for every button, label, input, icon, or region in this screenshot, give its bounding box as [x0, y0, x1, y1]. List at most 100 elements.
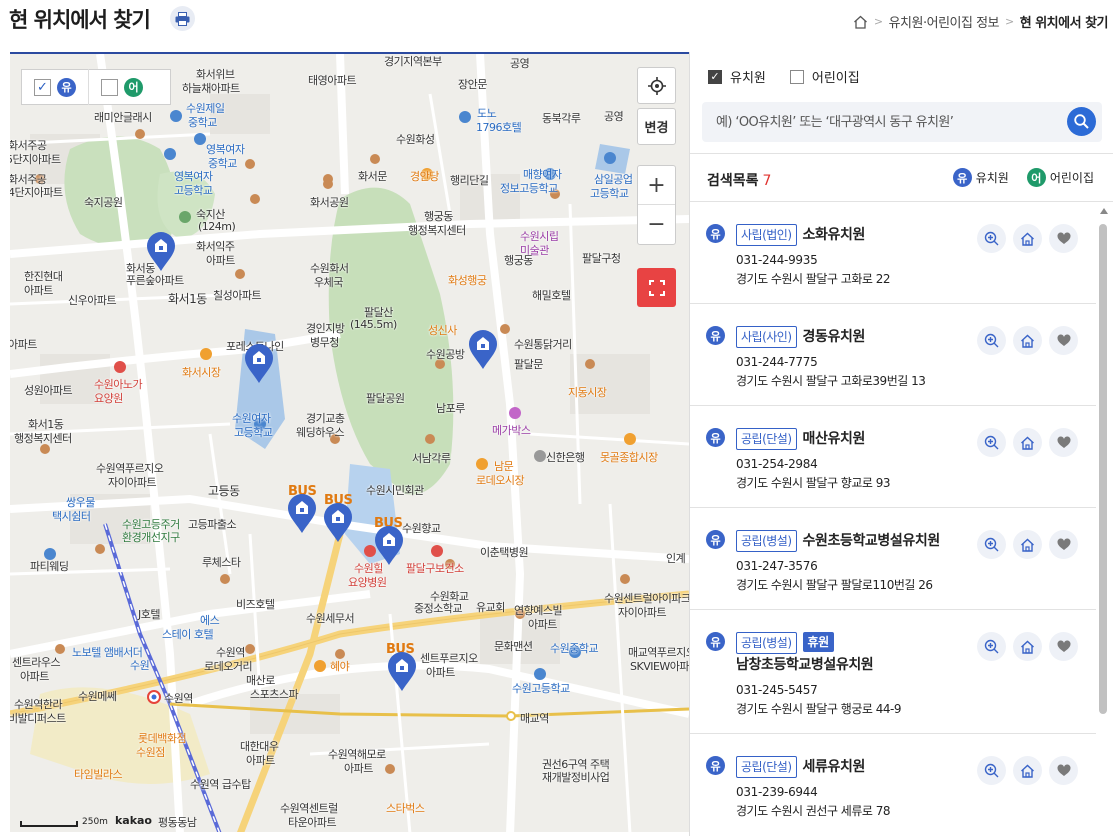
item-name[interactable]: 경동유치원 — [803, 326, 866, 348]
map-label: 문화맨션 — [494, 640, 533, 653]
zoom-to-button[interactable] — [977, 428, 1006, 457]
search-button[interactable] — [1067, 107, 1096, 136]
map-label: 5단지아파트 — [10, 153, 61, 166]
zoom-out-button[interactable]: − — [638, 205, 675, 244]
list-item[interactable]: 유 공립(단설) 세류유치원 031-239-6944 경기도 수원시 권선구 … — [690, 734, 1096, 832]
homepage-button[interactable] — [1013, 224, 1042, 253]
list-item[interactable]: 유 사립(사인) 경동유치원 031-244-7775 경기도 수원시 팔달구 … — [690, 304, 1096, 406]
map-view[interactable]: 경기지역본부 공영 화서위브 하늘채아파트 태영아파트 장안문 수원제일 중학교… — [10, 52, 689, 832]
map-label: 남포루 — [436, 402, 465, 415]
map-label: 수원세무서 — [306, 612, 355, 625]
print-button[interactable] — [170, 6, 195, 31]
search-panel: ✓ 유치원 어린이집 검색목록7 유 유치원 어 어린이집 유 사립(법인) 소… — [689, 52, 1113, 836]
map-label: 공영 — [510, 57, 530, 70]
map-label: 공영 — [604, 110, 624, 123]
home-icon — [1021, 538, 1034, 552]
map-label: 행정복지센터 — [408, 224, 466, 237]
scroll-up-arrow[interactable] — [1100, 208, 1108, 214]
map-label: 스타벅스 — [386, 802, 425, 815]
zoom-plus-icon — [984, 537, 999, 552]
search-bar — [702, 102, 1102, 142]
fullscreen-button[interactable] — [637, 268, 676, 307]
map-label: 서남각루 — [412, 452, 451, 465]
list-item[interactable]: 유 사립(법인) 소화유치원 031-244-9935 경기도 수원시 팔달구 … — [690, 202, 1096, 304]
item-title: 공립(단설) 세류유치원 — [736, 756, 964, 778]
zoom-to-button[interactable] — [977, 326, 1006, 355]
homepage-button[interactable] — [1013, 326, 1042, 355]
list-item[interactable]: 유 공립(병설) 수원초등학교병설유치원 031-247-3576 경기도 수원… — [690, 508, 1096, 610]
kindergarten-marker[interactable] — [374, 526, 404, 566]
map-label: 로데오시장 — [476, 474, 525, 487]
favorite-button[interactable] — [1049, 756, 1078, 785]
zoom-to-button[interactable] — [977, 224, 1006, 253]
zoom-to-button[interactable] — [977, 632, 1006, 661]
favorite-button[interactable] — [1049, 632, 1078, 661]
scroll-thumb[interactable] — [1099, 224, 1107, 714]
type-badge: 사립(법인) — [736, 224, 797, 246]
item-name[interactable]: 매산유치원 — [803, 428, 866, 450]
kindergarten-marker[interactable] — [323, 503, 353, 543]
item-name[interactable]: 수원초등학교병설유치원 — [803, 530, 941, 552]
map-label: 래미안글래시 — [94, 111, 152, 124]
favorite-button[interactable] — [1049, 224, 1078, 253]
favorite-button[interactable] — [1049, 326, 1078, 355]
item-title: 사립(사인) 경동유치원 — [736, 326, 964, 348]
map-label: 스테이 호텔 — [162, 628, 214, 641]
type-badge: 공립(단설) — [736, 756, 797, 778]
homepage-button[interactable] — [1013, 632, 1042, 661]
zoom-plus-icon — [984, 435, 999, 450]
map-type-change-button[interactable]: 변경 — [637, 108, 676, 145]
map-label: J호텔 — [138, 608, 160, 621]
map-daycare-checkbox[interactable] — [101, 78, 118, 96]
page-header: 현 위치에서 찾기 > 유치원·어린이집 정보 > 현 위치에서 찾기 — [0, 0, 1113, 52]
map-label: 고등학교 — [590, 187, 629, 200]
map-label: 병무청 — [310, 336, 339, 349]
item-phone: 031-239-6944 — [736, 785, 818, 799]
map-label: 수원고등학교 — [512, 682, 570, 695]
kindergarten-marker[interactable] — [287, 494, 317, 534]
map-label: 우체국 — [314, 276, 343, 289]
breadcrumb-item-info[interactable]: 유치원·어린이집 정보 — [889, 12, 1000, 31]
zoom-to-button[interactable] — [977, 756, 1006, 785]
homepage-button[interactable] — [1013, 530, 1042, 559]
kindergarten-checkbox[interactable]: ✓ — [708, 69, 722, 84]
kindergarten-badge: 유 — [706, 632, 725, 651]
zoom-to-button[interactable] — [977, 530, 1006, 559]
item-phone: 031-245-5457 — [736, 683, 818, 697]
item-name[interactable]: 세류유치원 — [803, 756, 866, 778]
heart-icon — [1056, 538, 1071, 550]
map-label: 경안당 — [410, 170, 439, 183]
map-label: 수원역 — [164, 692, 193, 705]
daycare-checkbox[interactable] — [789, 69, 804, 84]
fullscreen-icon — [648, 279, 665, 296]
daycare-checkbox-label[interactable]: 어린이집 — [812, 67, 860, 86]
kindergarten-checkbox-label[interactable]: 유치원 — [730, 67, 766, 86]
favorite-button[interactable] — [1049, 428, 1078, 457]
search-input[interactable] — [702, 102, 1052, 142]
item-name[interactable]: 남창초등학교병설유치원 — [736, 654, 874, 676]
map-label: 정보고등학교 — [500, 182, 558, 195]
map-label: 행리단길 — [450, 174, 489, 187]
kindergarten-badge: 유 — [706, 756, 725, 775]
homepage-button[interactable] — [1013, 756, 1042, 785]
homepage-button[interactable] — [1013, 428, 1042, 457]
item-phone: 031-254-2984 — [736, 457, 818, 471]
map-label: 팔달구보건소 — [406, 562, 464, 575]
zoom-in-button[interactable]: + — [638, 166, 675, 205]
map-kindergarten-checkbox[interactable]: ✓ — [34, 78, 51, 96]
kindergarten-marker[interactable] — [146, 232, 176, 272]
home-icon[interactable] — [853, 15, 868, 29]
list-item[interactable]: 유 공립(단설) 매산유치원 031-254-2984 경기도 수원시 팔달구 … — [690, 406, 1096, 508]
current-location-button[interactable] — [637, 67, 676, 104]
map-label: 화서시장 — [182, 366, 221, 379]
item-name[interactable]: 소화유치원 — [803, 224, 866, 246]
kindergarten-marker[interactable] — [244, 344, 274, 384]
map-background — [10, 54, 689, 832]
result-scrollbar[interactable] — [1098, 208, 1108, 832]
map-label: 해밀호텔 — [532, 289, 571, 302]
kindergarten-marker[interactable] — [387, 652, 417, 692]
kindergarten-marker[interactable] — [468, 330, 498, 370]
favorite-button[interactable] — [1049, 530, 1078, 559]
result-list: 유 사립(법인) 소화유치원 031-244-9935 경기도 수원시 팔달구 … — [690, 202, 1096, 832]
list-item[interactable]: 유 공립(병설) 휴원 남창초등학교병설유치원 031-245-5457 경기도… — [690, 610, 1096, 734]
